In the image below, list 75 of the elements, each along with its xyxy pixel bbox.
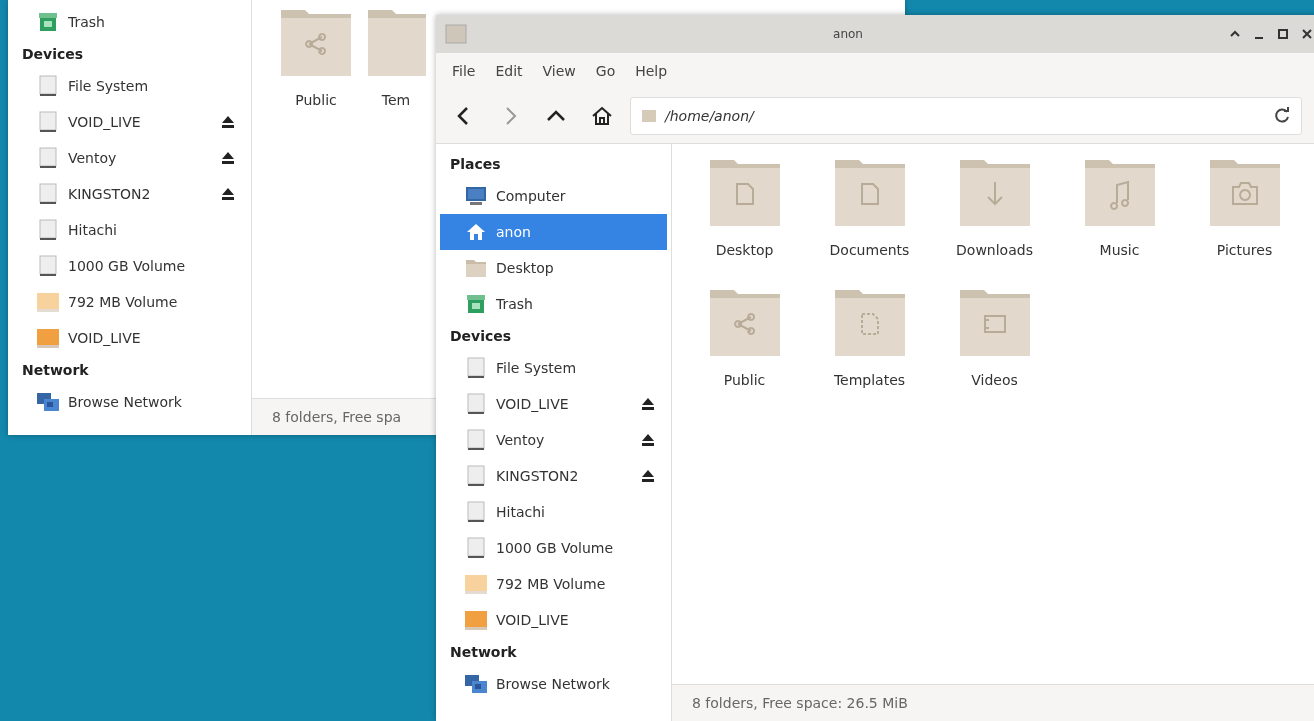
drive-icon (464, 500, 488, 524)
sidebar-item[interactable]: KINGSTON2 (12, 176, 247, 212)
eject-icon[interactable] (221, 115, 235, 129)
folder-name[interactable]: Music (1099, 242, 1140, 258)
trash-icon (464, 292, 488, 316)
sidebar-item[interactable]: File System (440, 350, 667, 386)
folder-name[interactable]: Public (723, 372, 766, 388)
sidebar-item[interactable]: Browse Network (12, 384, 247, 420)
eject-icon[interactable] (641, 433, 655, 447)
window-title: anon (832, 27, 864, 41)
drive-icon (36, 110, 60, 134)
sidebar-item[interactable]: VOID_LIVE (440, 602, 667, 638)
folder-name[interactable]: Documents (829, 242, 910, 258)
sidebar-item[interactable]: File System (12, 68, 247, 104)
drive-icon (464, 464, 488, 488)
sidebar-item[interactable]: 792 MB Volume (440, 566, 667, 602)
drive-icon (464, 608, 488, 632)
section-heading: Devices (21, 45, 85, 64)
menu-item[interactable]: View (534, 59, 584, 83)
drive-icon (36, 326, 60, 350)
section-heading: Network (21, 361, 90, 380)
sidebar-item[interactable]: Hitachi (12, 212, 247, 248)
sidebar-item[interactable]: Hitachi (440, 494, 667, 530)
folder-name[interactable]: Videos (971, 372, 1018, 388)
sidebar-item[interactable]: Trash (12, 4, 247, 40)
location-field[interactable]: /home/anon/ (630, 97, 1302, 135)
sidebar-item[interactable]: Browse Network (440, 666, 667, 702)
drive-icon (464, 356, 488, 380)
drive-icon (464, 536, 488, 560)
sidebar-item[interactable]: KINGSTON2 (440, 458, 667, 494)
drive-icon (36, 218, 60, 242)
folder-name[interactable]: Desktop (715, 242, 774, 258)
section-heading: Devices (449, 327, 513, 346)
menu-item[interactable]: Edit (487, 59, 531, 83)
sidebar-item[interactable]: 1000 GB Volume (440, 530, 667, 566)
drive-icon (464, 392, 488, 416)
folder-name[interactable]: Tem (381, 92, 411, 108)
close-button[interactable] (1300, 27, 1314, 41)
sidebar-item[interactable]: VOID_LIVE (12, 320, 247, 356)
computer-icon (464, 184, 488, 208)
eject-icon[interactable] (221, 187, 235, 201)
status-bar: 8 folders, Free space: 26.5 MiB (672, 684, 1314, 721)
drive-icon (464, 572, 488, 596)
drive-icon (464, 428, 488, 452)
drive-icon (36, 290, 60, 314)
section-heading: Places (449, 155, 502, 174)
trash-icon (36, 10, 60, 34)
folder-name[interactable]: Public (295, 92, 337, 108)
menu-item[interactable]: Help (627, 59, 676, 83)
reload-icon[interactable] (1273, 107, 1291, 125)
eject-icon[interactable] (641, 397, 655, 411)
sidebar-item[interactable]: anon (440, 214, 667, 250)
sidebar-item[interactable]: 1000 GB Volume (12, 248, 247, 284)
folder-name[interactable]: Downloads (956, 242, 1033, 258)
section-heading: Network (449, 643, 518, 662)
sidebar-item[interactable]: VOID_LIVE (12, 104, 247, 140)
sidebar-item[interactable]: Ventoy (12, 140, 247, 176)
sidebar-item[interactable]: Desktop (440, 250, 667, 286)
drive-icon (36, 182, 60, 206)
network-icon (464, 672, 488, 696)
menu-item[interactable]: Go (587, 59, 624, 83)
sidebar-item[interactable]: Computer (440, 178, 667, 214)
eject-icon[interactable] (221, 151, 235, 165)
maximize-button[interactable] (1276, 27, 1290, 41)
sidebar-item[interactable]: Trash (440, 286, 667, 322)
folder-name[interactable]: Templates (833, 372, 906, 388)
home-button[interactable] (591, 105, 613, 127)
network-icon (36, 390, 60, 414)
eject-icon[interactable] (641, 469, 655, 483)
folder-name[interactable]: Pictures (1216, 242, 1273, 258)
drive-icon (36, 74, 60, 98)
drive-icon (36, 254, 60, 278)
menu-item[interactable]: File (444, 59, 484, 83)
sidebar-item[interactable]: 792 MB Volume (12, 284, 247, 320)
drive-icon (36, 146, 60, 170)
